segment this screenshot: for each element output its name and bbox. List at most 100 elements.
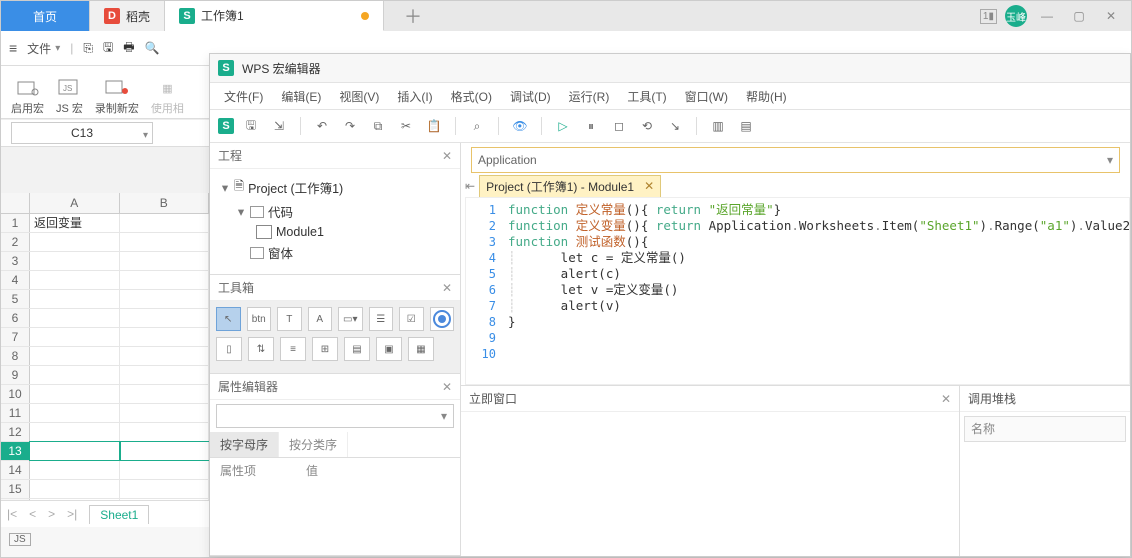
prop-tab-alpha[interactable]: 按字母序 xyxy=(210,432,279,457)
cell[interactable] xyxy=(120,328,210,346)
table-row[interactable]: 7 xyxy=(1,328,209,347)
spin-tool[interactable]: ⇅ xyxy=(248,337,274,361)
row-header[interactable]: 13 xyxy=(1,442,30,460)
multipage-tool[interactable]: ▤ xyxy=(344,337,370,361)
cell[interactable] xyxy=(30,385,120,403)
cell[interactable] xyxy=(30,461,120,479)
property-object-select[interactable]: ▾ xyxy=(216,404,454,428)
close-icon[interactable]: ✕ xyxy=(442,281,452,295)
table-row[interactable]: 15 xyxy=(1,480,209,499)
row-header[interactable]: 3 xyxy=(1,252,30,270)
cell[interactable] xyxy=(120,480,210,498)
row-header[interactable]: 11 xyxy=(1,404,30,422)
row-header[interactable]: 8 xyxy=(1,347,30,365)
reset-button[interactable]: ⟲ xyxy=(636,115,658,137)
app-icon[interactable]: S xyxy=(218,118,234,134)
cell[interactable] xyxy=(120,442,210,460)
cell[interactable] xyxy=(30,271,120,289)
object-selector[interactable]: Application▾ xyxy=(471,147,1120,173)
button-tool[interactable]: btn xyxy=(247,307,272,331)
cell[interactable] xyxy=(120,347,210,365)
table-row[interactable]: 14 xyxy=(1,461,209,480)
js-macro-button[interactable]: JS JS 宏 xyxy=(56,78,83,116)
code-folder[interactable]: 代码 xyxy=(268,202,293,221)
table-row[interactable]: 8 xyxy=(1,347,209,366)
cell[interactable] xyxy=(120,252,210,270)
cell[interactable] xyxy=(30,423,120,441)
row-header[interactable]: 1 xyxy=(1,214,30,232)
cell[interactable] xyxy=(120,271,210,289)
cell[interactable] xyxy=(120,309,210,327)
export-button[interactable]: ⇲ xyxy=(268,115,290,137)
step-button[interactable]: ↘ xyxy=(664,115,686,137)
tab-workbook[interactable]: S 工作簿1 xyxy=(165,1,384,31)
paste-button[interactable]: 📋 xyxy=(423,115,445,137)
row-header[interactable]: 5 xyxy=(1,290,30,308)
module-item[interactable]: Module1 xyxy=(276,225,324,239)
row-header[interactable]: 10 xyxy=(1,385,30,403)
close-icon[interactable]: ✕ xyxy=(442,380,452,394)
table-row[interactable]: 1返回变量 xyxy=(1,214,209,233)
menu-item[interactable]: 调试(D) xyxy=(510,88,551,105)
stop-button[interactable]: ◻ xyxy=(608,115,630,137)
minimize-button[interactable]: — xyxy=(1035,4,1059,28)
col-header-a[interactable]: A xyxy=(30,193,120,213)
new-icon[interactable]: ⎘ xyxy=(83,41,93,56)
menu-item[interactable]: 文件(F) xyxy=(224,88,263,105)
listbox-tool[interactable]: ☰ xyxy=(369,307,394,331)
scroll-tool[interactable]: ≡ xyxy=(280,337,306,361)
menu-item[interactable]: 工具(T) xyxy=(627,88,666,105)
row-header[interactable]: 9 xyxy=(1,366,30,384)
row-header[interactable]: 7 xyxy=(1,328,30,346)
frame-tool[interactable]: ▯ xyxy=(216,337,242,361)
code-tab[interactable]: Project (工作簿1) - Module1 ✕ xyxy=(479,175,661,198)
nav-back-icon[interactable]: ⇤ xyxy=(465,179,475,193)
close-icon[interactable]: ✕ xyxy=(442,149,452,163)
menu-item[interactable]: 视图(V) xyxy=(339,88,379,105)
cell[interactable] xyxy=(30,366,120,384)
table-row[interactable]: 13 xyxy=(1,442,209,461)
file-menu[interactable]: 文件▾ xyxy=(27,40,60,57)
tab-home[interactable]: 首页 xyxy=(1,1,90,31)
cell[interactable] xyxy=(120,461,210,479)
prop-tab-category[interactable]: 按分类序 xyxy=(279,432,348,457)
row-header[interactable]: 15 xyxy=(1,480,30,498)
table-row[interactable]: 2 xyxy=(1,233,209,252)
table-row[interactable]: 4 xyxy=(1,271,209,290)
enable-macro-button[interactable]: 启用宏 xyxy=(11,78,44,116)
layout-1-button[interactable]: ▥ xyxy=(707,115,729,137)
find-button[interactable]: ⌕ xyxy=(466,115,488,137)
immediate-window[interactable] xyxy=(461,412,959,556)
watch-button[interactable]: 👁 xyxy=(509,115,531,137)
cell[interactable] xyxy=(30,233,120,251)
save-button[interactable]: 🖫 xyxy=(240,115,262,137)
cut-button[interactable]: ✂ xyxy=(395,115,417,137)
menu-item[interactable]: 窗口(W) xyxy=(685,88,728,105)
tab-new[interactable]: ＋ xyxy=(384,1,442,31)
toggle-tool[interactable]: ▦ xyxy=(408,337,434,361)
cell[interactable] xyxy=(120,233,210,251)
pause-button[interactable]: ⏸ xyxy=(580,115,602,137)
cell[interactable] xyxy=(30,309,120,327)
redo-button[interactable]: ↷ xyxy=(339,115,361,137)
undo-button[interactable]: ↶ xyxy=(311,115,333,137)
table-row[interactable]: 3 xyxy=(1,252,209,271)
cell[interactable] xyxy=(30,404,120,422)
maximize-button[interactable]: ▢ xyxy=(1067,4,1091,28)
cell[interactable] xyxy=(120,290,210,308)
table-row[interactable]: 12 xyxy=(1,423,209,442)
cell[interactable] xyxy=(30,328,120,346)
radio-tool[interactable] xyxy=(430,307,455,331)
tabstrip-tool[interactable]: ⊞ xyxy=(312,337,338,361)
save-icon[interactable]: 🖫 xyxy=(103,38,113,59)
menu-item[interactable]: 格式(O) xyxy=(451,88,492,105)
select-all-corner[interactable] xyxy=(1,193,30,213)
forms-folder[interactable]: 窗体 xyxy=(268,243,293,262)
cell[interactable]: 返回变量 xyxy=(30,214,120,232)
combo-tool[interactable]: ▭▾ xyxy=(338,307,363,331)
close-button[interactable]: ✕ xyxy=(1099,4,1123,28)
cell[interactable] xyxy=(30,290,120,308)
cell[interactable] xyxy=(120,214,210,232)
label-tool[interactable]: A xyxy=(308,307,333,331)
project-tree[interactable]: ▾🗎Project (工作簿1) ▾代码 Module1 窗体 xyxy=(210,169,460,274)
